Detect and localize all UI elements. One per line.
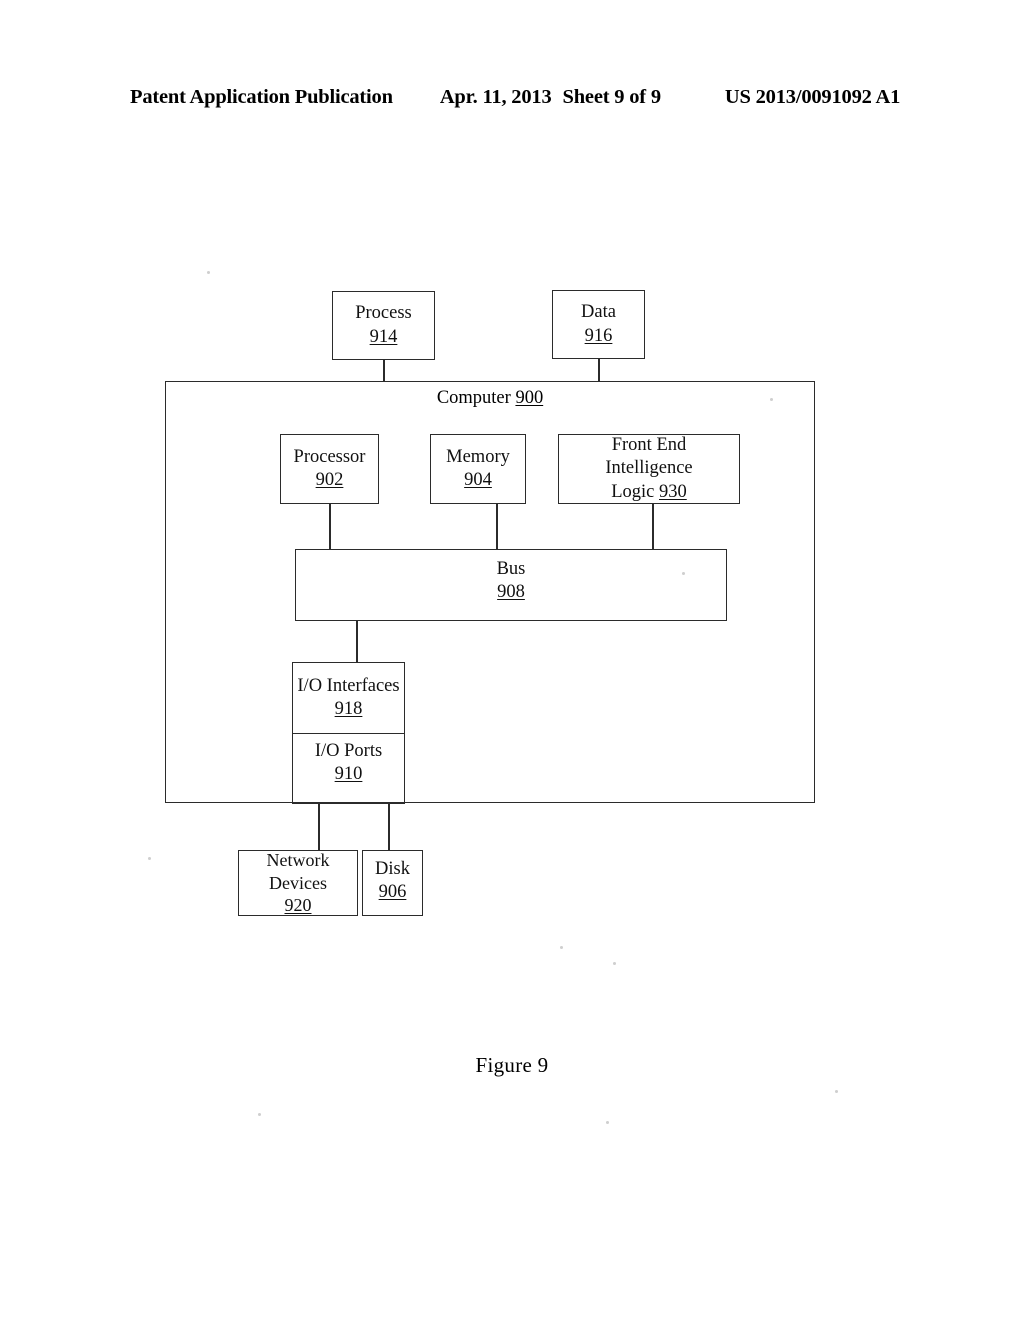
- block-processor-ref: 902: [315, 470, 344, 490]
- block-network-devices[interactable]: Network Devices 920: [238, 850, 358, 916]
- block-io-ports-label: I/O Ports: [314, 741, 383, 761]
- block-front-end-line1: Front End: [611, 435, 687, 456]
- block-processor-label: Processor: [293, 446, 366, 467]
- block-network-devices-line1: Network: [266, 850, 330, 870]
- connector-memory-to-bus: [496, 504, 498, 550]
- block-data-ref: 916: [584, 325, 613, 346]
- block-computer-ref: 900: [515, 388, 544, 408]
- connector-process-to-computer: [383, 360, 385, 381]
- block-front-end-line2: Intelligence: [605, 458, 693, 479]
- block-front-end-ref: 930: [659, 481, 687, 502]
- scan-speckle: [148, 857, 151, 860]
- scan-speckle: [207, 271, 210, 274]
- block-processor[interactable]: Processor 902: [280, 434, 379, 504]
- block-io-interfaces-label: I/O Interfaces: [297, 675, 400, 696]
- block-bus-ref: 908: [497, 582, 525, 603]
- connector-io-ports-to-network-devices: [318, 803, 321, 851]
- block-process-ref: 914: [369, 326, 398, 347]
- block-front-end-line3-text: Logic: [611, 481, 655, 502]
- block-io-ports[interactable]: I/O Ports 910: [292, 733, 405, 804]
- block-process[interactable]: Process 914: [332, 291, 435, 360]
- figure-caption: Figure 9: [475, 1053, 549, 1077]
- block-disk-ref: 906: [378, 882, 407, 903]
- block-disk-label: Disk: [375, 859, 410, 879]
- scan-speckle: [560, 946, 563, 949]
- block-io-interfaces[interactable]: I/O Interfaces 918: [292, 662, 405, 734]
- figure-diagram: Process 914 Data 916 Computer 900 Proces…: [0, 0, 1024, 1320]
- block-memory[interactable]: Memory 904: [430, 434, 526, 504]
- connector-bus-to-io-interfaces: [356, 621, 358, 663]
- block-disk[interactable]: Disk 906: [362, 850, 423, 916]
- block-io-ports-ref: 910: [334, 764, 363, 785]
- block-memory-label: Memory: [446, 446, 510, 467]
- connector-front-end-to-bus: [652, 504, 654, 550]
- block-data[interactable]: Data 916: [552, 290, 645, 359]
- block-network-devices-ref: 920: [284, 895, 312, 916]
- scan-speckle: [835, 1090, 838, 1093]
- block-data-label: Data: [581, 302, 616, 323]
- block-computer-label-text: Computer: [436, 388, 511, 408]
- block-network-devices-line2: Devices: [269, 872, 327, 893]
- scan-speckle: [613, 962, 616, 965]
- block-front-end-line3: Logic 930: [611, 481, 687, 504]
- block-computer-label: Computer 900: [165, 388, 815, 409]
- connector-processor-to-bus: [329, 504, 331, 550]
- block-process-label: Process: [355, 303, 412, 324]
- block-memory-ref: 904: [464, 470, 492, 490]
- block-io-interfaces-ref: 918: [334, 699, 363, 719]
- connector-io-ports-to-disk: [388, 803, 390, 851]
- scan-speckle: [258, 1113, 261, 1116]
- scan-speckle: [606, 1121, 609, 1124]
- connector-data-to-computer: [598, 359, 600, 381]
- block-bus-label: Bus: [496, 559, 526, 579]
- block-front-end-intelligence-logic[interactable]: Front End Intelligence Logic 930: [558, 434, 740, 504]
- block-bus[interactable]: Bus 908: [295, 549, 727, 621]
